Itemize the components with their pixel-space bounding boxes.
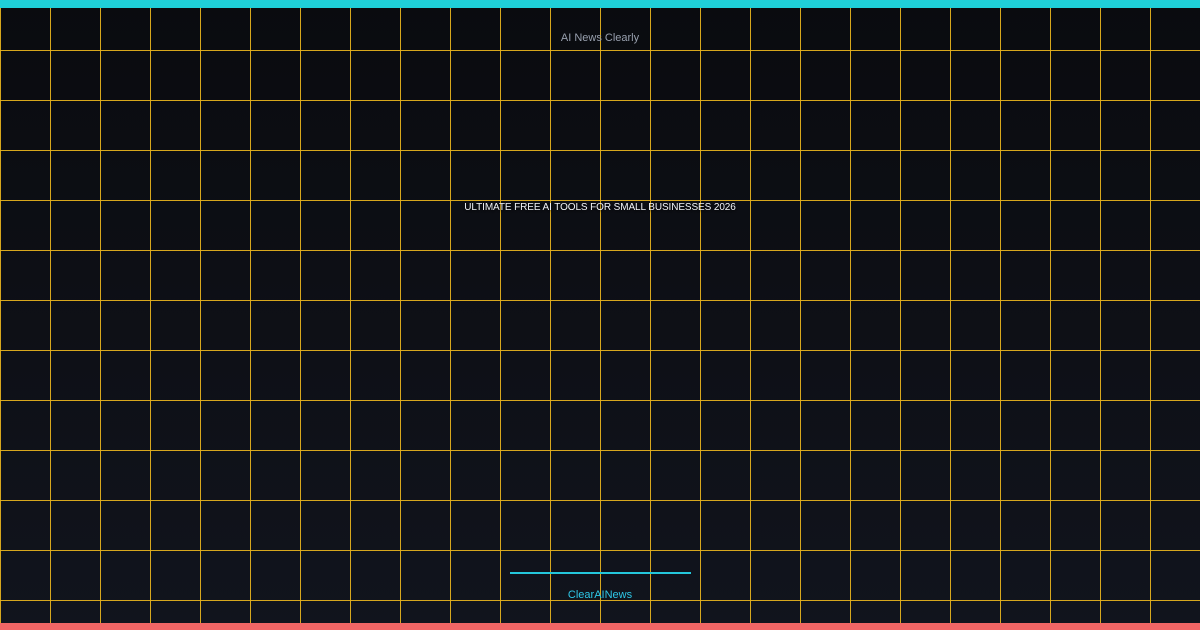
headline-title: ULTIMATE FREE AI TOOLS FOR SMALL BUSINES… (464, 202, 736, 213)
background-grid (0, 0, 1200, 630)
og-image-card: AI News Clearly ULTIMATE FREE AI TOOLS F… (0, 0, 1200, 630)
brand-name: ClearAINews (567, 589, 633, 601)
accent-divider (510, 572, 691, 574)
bottom-accent-bar (0, 623, 1200, 630)
top-accent-bar (0, 0, 1200, 8)
site-name: AI News Clearly (560, 32, 640, 44)
